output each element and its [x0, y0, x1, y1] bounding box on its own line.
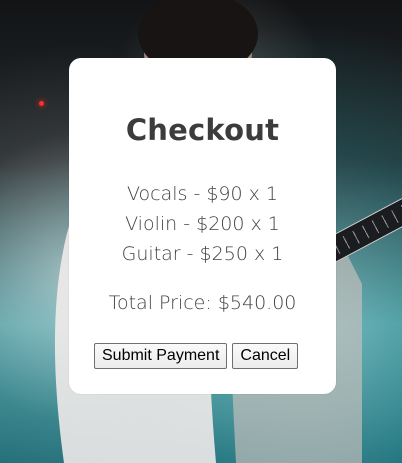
stage-light-red: [39, 101, 44, 106]
background-stage: Checkout Vocals - $90 x 1 Violin - $200 …: [0, 0, 402, 463]
checkout-item-guitar: Guitar - $250 x 1: [121, 243, 284, 265]
cancel-button[interactable]: Cancel: [232, 343, 299, 369]
checkout-item-vocals: Vocals - $90 x 1: [126, 183, 279, 205]
checkout-title: Checkout: [125, 113, 280, 147]
total-price: Total Price: $540.00: [108, 292, 297, 314]
checkout-items: Vocals - $90 x 1 Violin - $200 x 1 Guita…: [69, 179, 336, 269]
checkout-item-violin: Violin - $200 x 1: [125, 213, 280, 235]
checkout-actions: Submit Payment Cancel: [94, 343, 299, 369]
checkout-modal: Checkout Vocals - $90 x 1 Violin - $200 …: [69, 58, 336, 394]
submit-payment-button[interactable]: Submit Payment: [94, 343, 228, 369]
